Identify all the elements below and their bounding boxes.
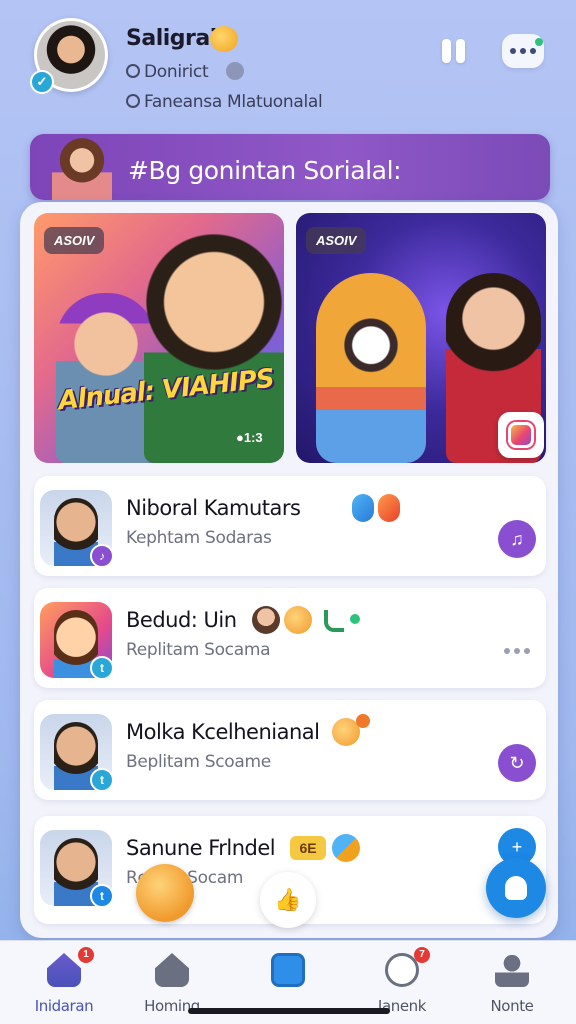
- reaction-emoji-icon[interactable]: [136, 864, 194, 922]
- list-item-subtitle: Beplitam Scoame: [126, 752, 271, 772]
- pause-button[interactable]: [436, 34, 470, 68]
- profile-fab-button[interactable]: [486, 858, 546, 918]
- link-icon: [126, 94, 140, 108]
- home-icon: [47, 953, 81, 987]
- instagram-share-button[interactable]: [498, 412, 544, 458]
- home-indicator: [188, 1008, 390, 1014]
- person-icon: [505, 876, 527, 900]
- square-app-icon: [271, 953, 305, 987]
- list-item[interactable]: ♪ Niboral Kamutars Kephtam Sodaras ♫: [34, 476, 546, 576]
- pause-bar-icon: [441, 39, 451, 63]
- banner-avatar: [52, 138, 112, 200]
- boy-figure: [144, 233, 284, 463]
- dot-icon: [514, 648, 520, 654]
- smile-emoji-icon: [210, 26, 238, 52]
- dot-icon: [530, 48, 536, 54]
- nav-label: Nonte: [490, 997, 534, 1015]
- music-badge-icon: ♪: [90, 544, 114, 568]
- profile-name: Saligrai: [126, 26, 217, 51]
- pause-bar-icon: [455, 39, 465, 63]
- thumbs-up-icon: 👍: [274, 887, 302, 912]
- twitter-badge-icon: t: [90, 656, 114, 680]
- twitter-badge-icon: t: [90, 768, 114, 792]
- orange-dot-icon: [356, 714, 370, 728]
- dot-icon: [504, 648, 510, 654]
- ball-emoji-icon: [332, 834, 360, 862]
- tile-badge: ASOIV: [306, 227, 367, 254]
- nav-label: Inidaran: [34, 997, 94, 1015]
- dot-icon: [510, 48, 516, 54]
- like-button[interactable]: 👍: [260, 872, 316, 928]
- green-dot-icon: [350, 614, 360, 624]
- list-item-title: Molka Kcelhenianal: [126, 720, 320, 744]
- list-item-title: Sanune Frlndel: [126, 836, 276, 860]
- nav-janenk[interactable]: 7 Janenk: [352, 947, 452, 1015]
- sprout-icon: [324, 610, 344, 632]
- nav-center[interactable]: [238, 953, 338, 997]
- list-item[interactable]: t Bedud: Uin Replitam Socama: [34, 588, 546, 688]
- list-item[interactable]: t Molka Kcelhenianal Beplitam Scoame ↻: [34, 700, 546, 800]
- more-options-button[interactable]: [498, 632, 536, 670]
- person-emoji-icon: [252, 606, 280, 634]
- balloon-icon: [378, 494, 400, 522]
- nav-homing[interactable]: Homing: [122, 953, 222, 1015]
- nav-home[interactable]: 1 Inidaran: [14, 947, 114, 1015]
- letter-a-icon: [352, 494, 374, 522]
- profile-meta-2: Faneansa Mlatuonalal: [126, 92, 323, 112]
- mascot-figure: [316, 273, 426, 463]
- house-icon: [155, 953, 189, 987]
- twitter-badge-icon: t: [90, 884, 114, 908]
- notification-badge: 7: [414, 947, 430, 963]
- instagram-icon: [508, 422, 534, 448]
- location-pin-icon: [226, 62, 244, 80]
- list-item-title: Niboral Kamutars: [126, 496, 301, 520]
- list-item-title: Bedud: Uin: [126, 608, 237, 632]
- dot-icon: [520, 48, 526, 54]
- emoji-chip: 6E: [290, 836, 326, 860]
- media-tile-1[interactable]: ASOIV: [34, 213, 284, 463]
- music-button[interactable]: ♫: [498, 520, 536, 558]
- at-icon: [126, 64, 140, 78]
- profile-icon: [495, 953, 529, 987]
- list-item-subtitle: Replitam Socama: [126, 640, 271, 660]
- notification-badge: 1: [78, 947, 94, 963]
- face-emoji-icon: [284, 606, 312, 634]
- tile-badge: ASOIV: [44, 227, 105, 254]
- banner-title: #Bg gonintan Sorialal:: [128, 156, 402, 185]
- profile-meta-1: Donirict: [126, 62, 209, 82]
- dot-icon: [524, 648, 530, 654]
- nav-nonte[interactable]: Nonte: [462, 953, 562, 1015]
- list-item-subtitle: Kephtam Sodaras: [126, 528, 272, 548]
- refresh-button[interactable]: ↻: [498, 744, 536, 782]
- tile-counter: ●1:3: [236, 430, 263, 445]
- online-status-dot: [535, 38, 543, 46]
- verified-check-icon: ✓: [30, 70, 54, 94]
